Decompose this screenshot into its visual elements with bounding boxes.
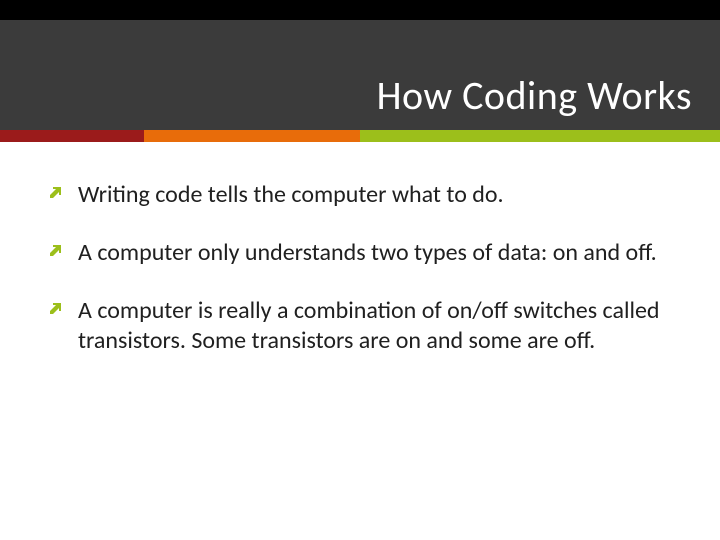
arrow-icon [48, 184, 64, 200]
bullet-text: A computer is really a combination of on… [78, 296, 672, 356]
accent-bar [0, 130, 720, 142]
bullet-item: Writing code tells the computer what to … [48, 180, 672, 210]
bullet-item: A computer only understands two types of… [48, 238, 672, 268]
slide-body: Writing code tells the computer what to … [0, 142, 720, 404]
slide-title: How Coding Works [377, 71, 692, 120]
bullet-text: A computer only understands two types of… [78, 238, 672, 268]
accent-segment-1 [144, 130, 360, 142]
bullet-item: A computer is really a combination of on… [48, 296, 672, 356]
accent-segment-2 [360, 130, 720, 142]
arrow-icon [48, 300, 64, 316]
accent-segment-0 [0, 130, 144, 142]
header-top-strip [0, 0, 720, 20]
bullet-text: Writing code tells the computer what to … [78, 180, 672, 210]
arrow-icon [48, 242, 64, 258]
slide-header: How Coding Works [0, 0, 720, 130]
